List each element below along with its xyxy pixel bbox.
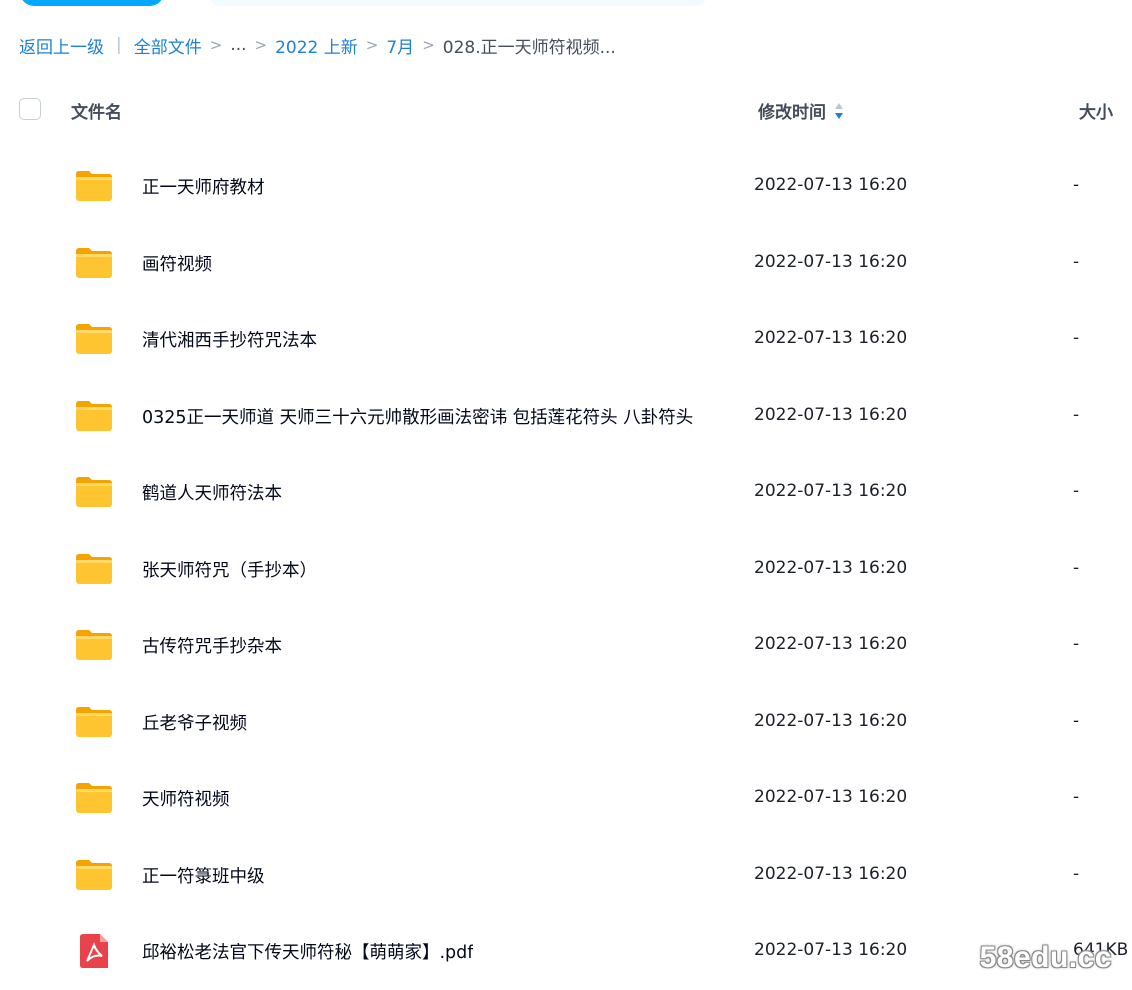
file-row[interactable]: 丘老爷子视频 2022-07-13 16:20 - — [0, 684, 1132, 761]
file-modified-time: 2022-07-13 16:20 — [754, 481, 908, 501]
file-size: - — [1073, 251, 1080, 272]
breadcrumb-item-all-files[interactable]: 全部文件 — [134, 33, 202, 58]
file-list: 正一天师府教材 2022-07-13 16:20 - 画符视频 2022-07-13 1… — [0, 148, 1132, 990]
file-row[interactable]: 鹤道人天师符法本 2022-07-13 16:20 - — [0, 454, 1132, 531]
breadcrumb-item-ellipsis[interactable]: ... — [230, 35, 246, 55]
file-size: - — [1073, 404, 1080, 425]
watermark: 58edu.cc — [979, 941, 1112, 974]
file-row[interactable]: 天师符视频 2022-07-13 16:20 - — [0, 760, 1132, 837]
file-modified-time: 2022-07-13 16:20 — [754, 175, 908, 195]
folder-icon — [74, 322, 114, 356]
file-size: - — [1073, 328, 1080, 348]
file-name[interactable]: 邱裕松老法官下传天师符秘【萌萌家】.pdf — [142, 939, 473, 964]
folder-icon — [74, 781, 114, 815]
folder-icon — [74, 169, 114, 203]
chevron-right-icon: > — [254, 36, 268, 54]
back-link[interactable]: 返回上一级 — [19, 33, 104, 58]
top-toolbar — [0, 0, 1132, 14]
file-modified-time: 2022-07-13 16:20 — [754, 787, 908, 807]
file-name[interactable]: 张天师符咒（手抄本） — [142, 557, 317, 582]
file-row[interactable]: 正一符箓班中级 2022-07-13 16:20 - — [0, 837, 1132, 914]
file-name[interactable]: 古传符咒手抄杂本 — [142, 633, 282, 658]
file-size: - — [1073, 557, 1080, 578]
file-name[interactable]: 清代湘西手抄符咒法本 — [142, 327, 317, 352]
folder-icon — [74, 246, 114, 280]
breadcrumb-divider: | — [116, 35, 122, 55]
file-row[interactable]: 古传符咒手抄杂本 2022-07-13 16:20 - — [0, 607, 1132, 684]
file-row[interactable]: 张天师符咒（手抄本） 2022-07-13 16:20 - — [0, 531, 1132, 608]
file-size: - — [1073, 863, 1080, 884]
breadcrumb: 返回上一级 | 全部文件 > ... > 2022 上新 > 7月 > 028.… — [19, 33, 616, 58]
file-modified-time: 2022-07-13 16:20 — [754, 940, 908, 960]
column-header-name[interactable]: 文件名 — [71, 98, 122, 123]
file-name[interactable]: 鹤道人天师符法本 — [142, 480, 282, 505]
column-header-size[interactable]: 大小 — [1079, 98, 1113, 123]
file-name[interactable]: 正一符箓班中级 — [142, 863, 265, 888]
file-name[interactable]: 天师符视频 — [142, 786, 230, 811]
file-row[interactable]: 正一天师府教材 2022-07-13 16:20 - — [0, 148, 1132, 225]
file-modified-time: 2022-07-13 16:20 — [754, 328, 908, 348]
file-name[interactable]: 画符视频 — [142, 251, 212, 276]
file-modified-time: 2022-07-13 16:20 — [754, 557, 908, 578]
file-size: - — [1073, 634, 1080, 654]
file-size: - — [1073, 787, 1080, 807]
sort-icon[interactable] — [834, 102, 844, 120]
file-name[interactable]: 丘老爷子视频 — [142, 710, 247, 735]
breadcrumb-item-july[interactable]: 7月 — [386, 33, 414, 58]
file-row[interactable]: 0325正一天师道 天师三十六元帅散形画法密讳 包括莲花符头 八卦符头 2022-… — [0, 378, 1132, 455]
column-header-time[interactable]: 修改时间 — [758, 98, 844, 123]
file-modified-time: 2022-07-13 16:20 — [754, 404, 908, 425]
breadcrumb-item-2022[interactable]: 2022 上新 — [275, 33, 358, 58]
breadcrumb-current: 028.正一天师符视频... — [442, 37, 616, 58]
file-size: - — [1073, 481, 1080, 501]
file-size: - — [1073, 710, 1080, 731]
file-row[interactable]: 画符视频 2022-07-13 16:20 - — [0, 225, 1132, 302]
chevron-right-icon: > — [365, 36, 379, 54]
select-all-checkbox[interactable] — [19, 98, 41, 120]
file-size: - — [1073, 175, 1080, 195]
folder-icon — [74, 475, 114, 509]
folder-icon — [74, 552, 114, 586]
folder-icon — [74, 705, 114, 739]
file-modified-time: 2022-07-13 16:20 — [754, 634, 908, 654]
file-modified-time: 2022-07-13 16:20 — [754, 710, 908, 731]
search-bar[interactable] — [208, 0, 708, 6]
folder-icon — [74, 628, 114, 662]
file-row[interactable]: 邱裕松老法官下传天师符秘【萌萌家】.pdf 2022-07-13 16:20 641… — [0, 913, 1132, 990]
column-header-time-label: 修改时间 — [758, 103, 826, 123]
file-name[interactable]: 正一天师府教材 — [142, 174, 265, 199]
file-modified-time: 2022-07-13 16:20 — [754, 863, 908, 884]
file-list-header: 文件名 修改时间 大小 — [0, 88, 1132, 132]
file-modified-time: 2022-07-13 16:20 — [754, 251, 908, 272]
folder-icon — [74, 858, 114, 892]
file-row[interactable]: 清代湘西手抄符咒法本 2022-07-13 16:20 - — [0, 301, 1132, 378]
pdf-icon — [74, 934, 114, 968]
upload-button[interactable] — [20, 0, 164, 6]
chevron-right-icon: > — [209, 36, 223, 54]
chevron-right-icon: > — [422, 36, 435, 54]
file-name[interactable]: 0325正一天师道 天师三十六元帅散形画法密讳 包括莲花符头 八卦符头 — [142, 404, 693, 429]
folder-icon — [74, 399, 114, 433]
